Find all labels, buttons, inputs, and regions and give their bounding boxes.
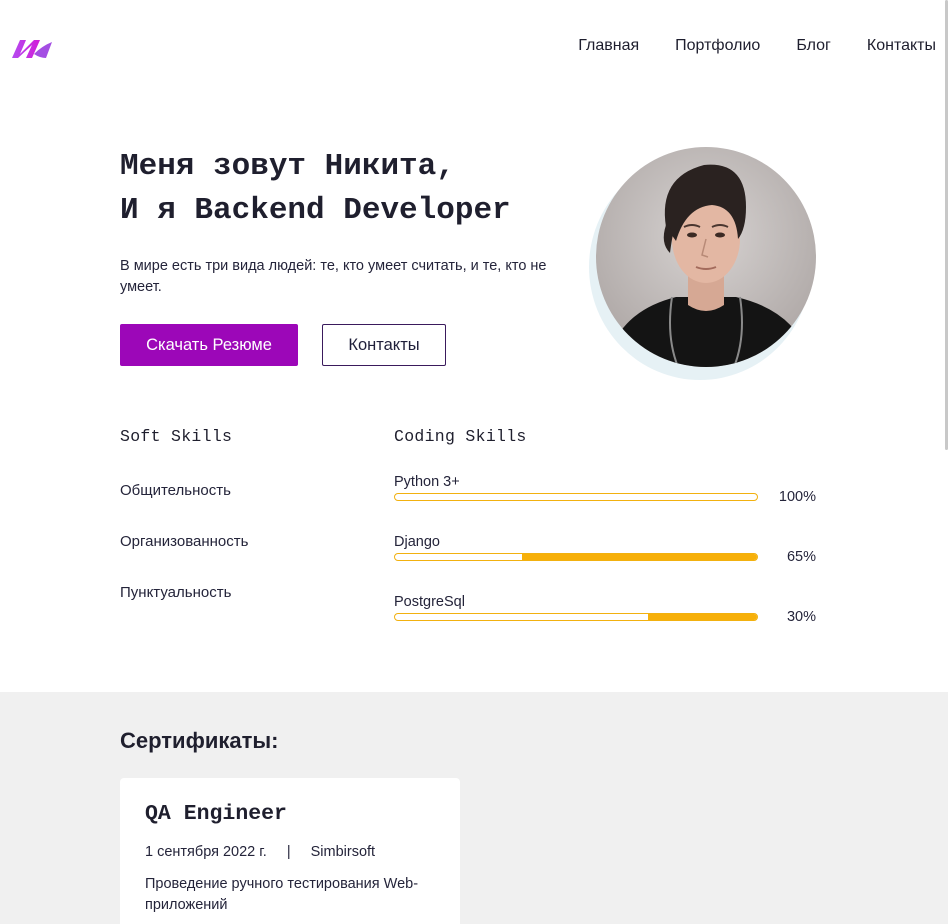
- certificate-title: QA Engineer: [145, 802, 287, 826]
- soft-skills-title: Soft Skills: [120, 427, 233, 446]
- coding-skill-python: Python 3+ 100%: [394, 473, 816, 505]
- certificate-org: Simbirsoft: [310, 844, 376, 860]
- soft-skill-item: Пунктуальность: [120, 584, 232, 601]
- skill-progress-bar: [394, 553, 758, 561]
- certificates-heading: Сертификаты:: [120, 728, 279, 753]
- skill-name: PostgreSql: [394, 594, 465, 610]
- certificate-date: 1 сентября 2022 г.: [145, 844, 267, 860]
- brand-logo-icon[interactable]: [12, 38, 52, 60]
- nav-blog-link[interactable]: Блог: [796, 36, 831, 56]
- skill-percent: 30%: [786, 609, 816, 625]
- soft-skill-item: Организованность: [120, 533, 249, 550]
- skill-progress-fill: [521, 554, 757, 560]
- skill-name: Python 3+: [394, 474, 460, 490]
- avatar: [596, 147, 816, 367]
- soft-skill-item: Общительность: [120, 482, 231, 499]
- certificate-separator: |: [286, 844, 291, 860]
- certificate-meta: 1 сентября 2022 г. | Simbirsoft: [145, 844, 375, 860]
- contacts-button[interactable]: Контакты: [322, 324, 446, 366]
- hero-tagline: В мире есть три вида людей: те, кто умее…: [120, 258, 547, 295]
- certificate-card[interactable]: QA Engineer 1 сентября 2022 г. | Simbirs…: [120, 778, 460, 924]
- skill-progress-fill: [648, 614, 757, 620]
- coding-skill-postgresql: PostgreSql 30%: [394, 593, 816, 625]
- certificate-description: Проведение ручного тестирования Web-прил…: [145, 876, 419, 913]
- main-nav: Главная Портфолио Блог Контакты: [578, 36, 936, 56]
- certificates-section: Сертификаты: QA Engineer 1 сентября 2022…: [0, 692, 948, 924]
- hero-title: Меня зовут Никита, И я Backend Developer: [120, 149, 511, 228]
- skill-name: Django: [394, 534, 440, 550]
- skill-percent: 100%: [778, 489, 816, 505]
- nav-contacts-link[interactable]: Контакты: [867, 36, 936, 56]
- skill-progress-bar: [394, 613, 758, 621]
- coding-skill-django: Django 65%: [394, 533, 816, 565]
- nav-portfolio-link[interactable]: Портфолио: [675, 36, 760, 56]
- download-resume-button[interactable]: Скачать Резюме: [120, 324, 298, 366]
- skill-percent: 65%: [786, 549, 816, 565]
- skill-progress-bar: [394, 493, 758, 501]
- nav-home-link[interactable]: Главная: [578, 36, 639, 56]
- coding-skills-title: Coding Skills: [394, 427, 527, 446]
